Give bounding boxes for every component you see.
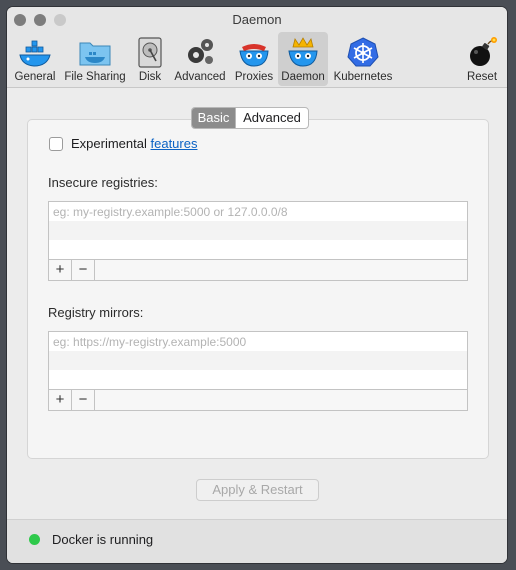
toolbar-item-file-sharing[interactable]: File Sharing xyxy=(62,32,128,86)
status-text: Docker is running xyxy=(52,532,154,547)
tab-advanced[interactable]: Advanced xyxy=(235,108,308,128)
insecure-registries-placeholder: eg: my-registry.example:5000 or 127.0.0.… xyxy=(53,205,288,219)
disk-icon xyxy=(138,37,162,68)
toolbar-item-disk[interactable]: Disk xyxy=(133,32,167,86)
toolbar-label-file-sharing: File Sharing xyxy=(64,71,126,83)
toolbar-item-kubernetes[interactable]: Kubernetes xyxy=(331,32,395,86)
gears-icon xyxy=(188,39,213,64)
bomb-icon xyxy=(470,37,497,66)
toolbar-item-reset[interactable]: Reset xyxy=(462,32,502,86)
docker-preferences-window: Daemon General File Sharing Disk Advance… xyxy=(7,7,507,563)
remove-insecure-registry-button[interactable]: − xyxy=(72,260,95,280)
add-insecure-registry-button[interactable]: + xyxy=(49,260,72,280)
toolbar-item-general[interactable]: General xyxy=(11,32,59,86)
registry-mirrors-placeholder: eg: https://my-registry.example:5000 xyxy=(53,335,247,349)
toolbar-label-kubernetes: Kubernetes xyxy=(333,71,393,83)
apply-restart-button[interactable]: Apply & Restart xyxy=(196,479,319,501)
docker-whale-icon xyxy=(19,40,51,67)
titlebar: Daemon General File Sharing Disk Advance… xyxy=(7,7,507,88)
experimental-label: Experimental features xyxy=(71,136,197,151)
registry-mirrors-label: Registry mirrors: xyxy=(48,305,144,320)
status-indicator-icon xyxy=(29,534,40,545)
experimental-text: Experimental xyxy=(71,136,147,151)
list-stripe xyxy=(49,221,467,240)
toolbar-item-daemon[interactable]: Daemon xyxy=(278,32,328,86)
toolbar-label-proxies: Proxies xyxy=(234,71,274,83)
insecure-registries-label: Insecure registries: xyxy=(48,175,158,190)
list-stripe xyxy=(49,351,467,370)
kubernetes-icon xyxy=(347,37,379,67)
basic-advanced-segmented-control: Basic Advanced xyxy=(191,107,309,129)
registry-mirrors-toolbar: + − xyxy=(48,389,468,411)
tab-basic[interactable]: Basic xyxy=(192,108,235,128)
insecure-registries-toolbar: + − xyxy=(48,259,468,281)
experimental-features-checkbox[interactable] xyxy=(49,137,63,151)
toolbar-item-proxies[interactable]: Proxies xyxy=(233,32,275,86)
toolbar-label-reset: Reset xyxy=(466,71,498,83)
folder-icon xyxy=(79,42,111,66)
toolbar-label-advanced: Advanced xyxy=(174,71,226,83)
toolbar-label-daemon: Daemon xyxy=(281,71,325,83)
toolbar-label-general: General xyxy=(14,71,56,83)
daemon-whale-icon xyxy=(288,37,318,67)
remove-registry-mirror-button[interactable]: − xyxy=(72,390,95,410)
features-link[interactable]: features xyxy=(151,136,198,151)
window-title: Daemon xyxy=(232,12,282,27)
toolbar-item-advanced[interactable]: Advanced xyxy=(171,32,229,86)
toolbar-label-disk: Disk xyxy=(138,71,162,83)
proxies-whale-icon xyxy=(239,44,269,67)
insecure-registries-list[interactable]: eg: my-registry.example:5000 or 127.0.0.… xyxy=(48,201,468,261)
add-registry-mirror-button[interactable]: + xyxy=(49,390,72,410)
status-bar: Docker is running xyxy=(7,519,507,563)
registry-mirrors-list[interactable]: eg: https://my-registry.example:5000 xyxy=(48,331,468,391)
